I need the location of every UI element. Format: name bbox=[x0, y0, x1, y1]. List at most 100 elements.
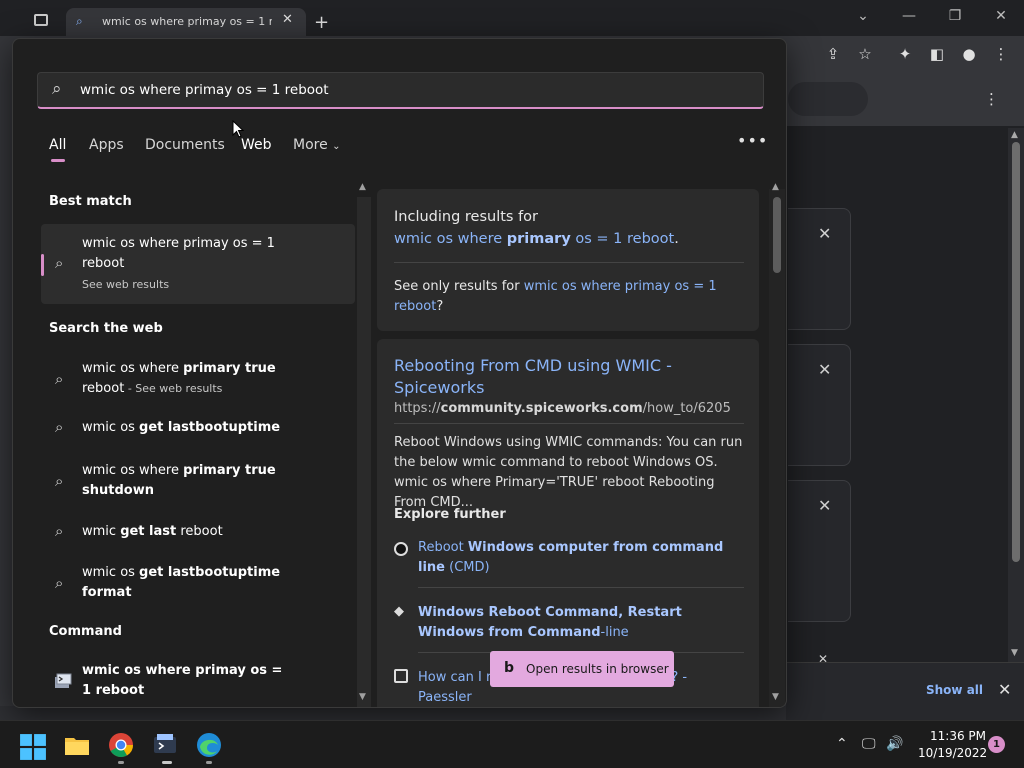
scroll-up-icon[interactable]: ▲ bbox=[772, 182, 779, 192]
left-scrollbar[interactable] bbox=[357, 197, 371, 707]
edge-icon[interactable] bbox=[195, 731, 223, 759]
mouse-cursor-icon bbox=[232, 120, 244, 138]
web-suggestion-text: wmic get last reboot bbox=[82, 524, 223, 539]
download-shelf-right bbox=[786, 662, 1024, 726]
web-suggestion-text: wmic os get lastbootuptime format bbox=[82, 565, 281, 600]
side-panel-icon[interactable]: ◧ bbox=[926, 43, 948, 65]
result-url: https://community.spiceworks.com/how_to/… bbox=[394, 401, 731, 416]
including-label: Including results for bbox=[394, 209, 539, 225]
web-suggestion-text: wmic os where primary true reboot - See … bbox=[82, 361, 276, 396]
windows-start-icon[interactable] bbox=[19, 733, 47, 761]
close-icon[interactable]: ✕ bbox=[978, 4, 1024, 28]
file-explorer-icon[interactable] bbox=[63, 731, 91, 759]
search-panel: ⌕ All Apps Documents Web More ⌄ ••• Best… bbox=[12, 38, 787, 708]
tab-web[interactable]: Web bbox=[241, 137, 272, 153]
explore-further-header: Explore further bbox=[394, 507, 506, 522]
open-in-browser-button[interactable]: b Open results in browser bbox=[490, 651, 674, 687]
search-box[interactable]: ⌕ bbox=[37, 72, 764, 109]
show-all-link[interactable]: Show all bbox=[926, 683, 983, 697]
close-card-icon[interactable]: ✕ bbox=[818, 360, 831, 379]
search-icon: ⌕ bbox=[55, 522, 64, 540]
explore-link[interactable]: Windows Reboot Command, Restart Windows … bbox=[418, 603, 738, 643]
network-icon[interactable]: 🖵 bbox=[862, 736, 876, 752]
running-indicator bbox=[118, 761, 124, 764]
right-scrollbar-thumb[interactable] bbox=[773, 197, 781, 273]
site-favicon-icon bbox=[394, 542, 408, 556]
web-suggestion[interactable]: ⌕ wmic os get lastbootuptime › bbox=[41, 417, 371, 443]
best-match-item[interactable]: ⌕ wmic os where primay os = 1 reboot See… bbox=[41, 224, 355, 304]
divider bbox=[418, 587, 744, 588]
divider bbox=[394, 262, 744, 263]
chrome-tabstrip: ⌕ wmic os where primay os = 1 reb ✕ + ⌄ … bbox=[0, 0, 1024, 36]
web-suggestion[interactable]: ⌕ wmic os get lastbootuptime format › bbox=[41, 563, 371, 609]
close-tab-icon[interactable]: ✕ bbox=[282, 12, 293, 27]
tab-documents[interactable]: Documents bbox=[145, 137, 225, 153]
search-input[interactable] bbox=[80, 73, 740, 107]
chevron-down-icon[interactable]: ⌄ bbox=[840, 4, 886, 28]
corrected-query-link[interactable]: wmic os where primary os = 1 reboot. bbox=[394, 231, 679, 247]
result-title-link[interactable]: Rebooting From CMD using WMIC - Spicewor… bbox=[394, 355, 724, 399]
close-shelf-icon[interactable]: ✕ bbox=[998, 680, 1011, 699]
bing-icon: b bbox=[504, 660, 515, 676]
clock-time[interactable]: 11:36 PM bbox=[930, 729, 986, 743]
web-suggestion[interactable]: ⌕ wmic os where primary true shutdown › bbox=[41, 461, 371, 507]
more-options-icon[interactable]: ••• bbox=[737, 131, 768, 150]
restore-icon[interactable]: ❐ bbox=[932, 4, 978, 28]
tab-all[interactable]: All bbox=[49, 137, 66, 153]
clock-date[interactable]: 10/19/2022 bbox=[918, 746, 987, 760]
chrome-tab[interactable]: ⌕ wmic os where primay os = 1 reb ✕ bbox=[66, 8, 306, 36]
search-icon: ⌕ bbox=[55, 574, 64, 592]
best-match-title: wmic os where primay os = 1 reboot bbox=[82, 236, 275, 271]
page-menu-icon[interactable]: ⋮ bbox=[984, 90, 999, 108]
site-favicon-icon bbox=[394, 669, 408, 683]
active-indicator bbox=[162, 761, 172, 764]
scroll-down-icon[interactable]: ▼ bbox=[359, 692, 366, 702]
search-web-header: Search the web bbox=[49, 321, 163, 336]
search-icon: ⌕ bbox=[76, 14, 83, 28]
menu-icon[interactable]: ⋮ bbox=[990, 43, 1012, 65]
search-icon: ⌕ bbox=[55, 370, 64, 388]
terminal-app-icon[interactable] bbox=[151, 731, 179, 759]
new-tab-icon[interactable]: + bbox=[314, 12, 329, 33]
tab-more-label: More bbox=[293, 137, 328, 153]
chevron-down-icon: ⌄ bbox=[332, 141, 341, 152]
search-icon: ⌕ bbox=[55, 472, 64, 490]
web-suggestion-text: wmic os where primary true shutdown bbox=[82, 463, 276, 498]
scroll-up-icon[interactable]: ▲ bbox=[1011, 130, 1018, 140]
volume-icon[interactable]: 🔊 bbox=[886, 736, 903, 752]
page-scrollbar-thumb[interactable] bbox=[1012, 142, 1020, 562]
search-icon: ⌕ bbox=[55, 418, 64, 436]
terminal-icon bbox=[55, 673, 72, 688]
extensions-icon[interactable]: ✦ bbox=[894, 43, 916, 65]
web-suggestion-text: wmic os get lastbootuptime bbox=[82, 420, 281, 435]
share-icon[interactable]: ⇪ bbox=[822, 43, 844, 65]
close-card-icon[interactable]: ✕ bbox=[818, 224, 831, 243]
profile-icon[interactable]: ● bbox=[958, 43, 980, 65]
tab-apps[interactable]: Apps bbox=[89, 137, 124, 153]
star-icon[interactable]: ☆ bbox=[854, 43, 876, 65]
running-indicator bbox=[206, 761, 212, 764]
best-match-header: Best match bbox=[49, 194, 132, 209]
divider bbox=[394, 423, 744, 424]
close-card-icon[interactable]: ✕ bbox=[818, 496, 831, 515]
chevron-up-icon[interactable]: ⌃ bbox=[836, 736, 848, 752]
tab-more[interactable]: More ⌄ bbox=[293, 137, 341, 153]
page-search-pill[interactable] bbox=[788, 82, 868, 116]
search-icon: ⌕ bbox=[55, 254, 64, 272]
minimize-icon[interactable]: — bbox=[886, 4, 932, 28]
chrome-icon[interactable] bbox=[107, 731, 135, 759]
scroll-up-icon[interactable]: ▲ bbox=[359, 182, 366, 192]
web-suggestion[interactable]: ⌕ wmic get last reboot › bbox=[41, 521, 371, 547]
notification-badge[interactable]: 1 bbox=[988, 736, 1005, 753]
chrome-tab-title: wmic os where primay os = 1 reb bbox=[102, 15, 272, 28]
site-favicon-icon: ◆ bbox=[394, 604, 404, 619]
explore-link[interactable]: Reboot Windows computer from command lin… bbox=[418, 538, 738, 578]
tab-search-icon[interactable] bbox=[34, 14, 48, 26]
web-suggestion[interactable]: ⌕ wmic os where primary true reboot - Se… bbox=[41, 359, 371, 405]
tab-indicator bbox=[51, 159, 65, 162]
scroll-down-icon[interactable]: ▼ bbox=[772, 692, 779, 702]
search-icon: ⌕ bbox=[52, 79, 62, 99]
see-only-text: See only results for wmic os where prima… bbox=[394, 279, 717, 314]
scroll-down-icon[interactable]: ▼ bbox=[1011, 648, 1018, 658]
command-item[interactable]: wmic os where primay os = 1 reboot › bbox=[41, 661, 371, 707]
